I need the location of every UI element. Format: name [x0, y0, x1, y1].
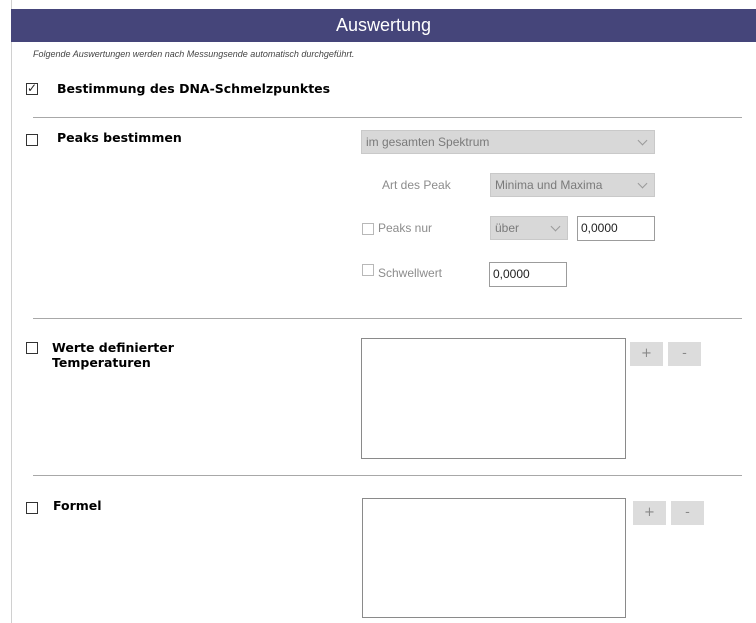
remove-formula-button[interactable]: - — [671, 501, 704, 525]
werte-checkbox[interactable] — [26, 342, 38, 354]
peaks-nur-value-input[interactable]: 0,0000 — [577, 216, 655, 241]
art-des-peak-label: Art des Peak — [382, 178, 451, 192]
chevron-down-icon — [550, 221, 561, 232]
dna-checkbox[interactable]: ✓ — [26, 81, 38, 95]
formel-checkbox[interactable] — [26, 502, 38, 514]
dna-label: Bestimmung des DNA-Schmelzpunktes — [57, 81, 331, 96]
formula-list[interactable] — [362, 498, 626, 618]
peak-type-select[interactable]: Minima und Maxima — [490, 173, 655, 197]
peaks-label: Peaks bestimmen — [57, 130, 182, 145]
add-temperature-button[interactable]: + — [630, 342, 663, 366]
chevron-down-icon — [637, 135, 648, 146]
peak-direction-select[interactable]: über — [490, 216, 568, 240]
peaks-nur-checkbox[interactable] — [362, 223, 374, 235]
peaks-nur-label: Peaks nur — [378, 221, 433, 235]
add-formula-button[interactable]: + — [633, 501, 666, 525]
separator — [33, 117, 742, 118]
temperature-list[interactable] — [361, 338, 626, 459]
check-icon: ✓ — [27, 81, 38, 95]
peak-type-value: Minima und Maxima — [495, 178, 603, 192]
separator — [33, 475, 742, 476]
schwellwert-checkbox[interactable] — [362, 264, 374, 276]
chevron-down-icon — [637, 178, 648, 189]
peak-direction-value: über — [495, 221, 520, 235]
formel-label: Formel — [53, 498, 102, 513]
left-border — [11, 0, 12, 623]
subtitle: Folgende Auswertungen werden nach Messun… — [33, 49, 355, 59]
remove-temperature-button[interactable]: - — [668, 342, 701, 366]
peak-range-value: im gesamten Spektrum — [366, 135, 490, 149]
werte-label-line1: Werte definierter — [52, 340, 174, 355]
separator — [33, 318, 742, 319]
section-header: Auswertung — [11, 9, 756, 42]
schwellwert-label: Schwellwert — [378, 266, 443, 280]
werte-label-line2: Temperaturen — [52, 355, 151, 370]
peak-range-select[interactable]: im gesamten Spektrum — [361, 130, 655, 154]
peaks-checkbox[interactable] — [26, 134, 38, 146]
schwellwert-input[interactable]: 0,0000 — [489, 262, 567, 287]
